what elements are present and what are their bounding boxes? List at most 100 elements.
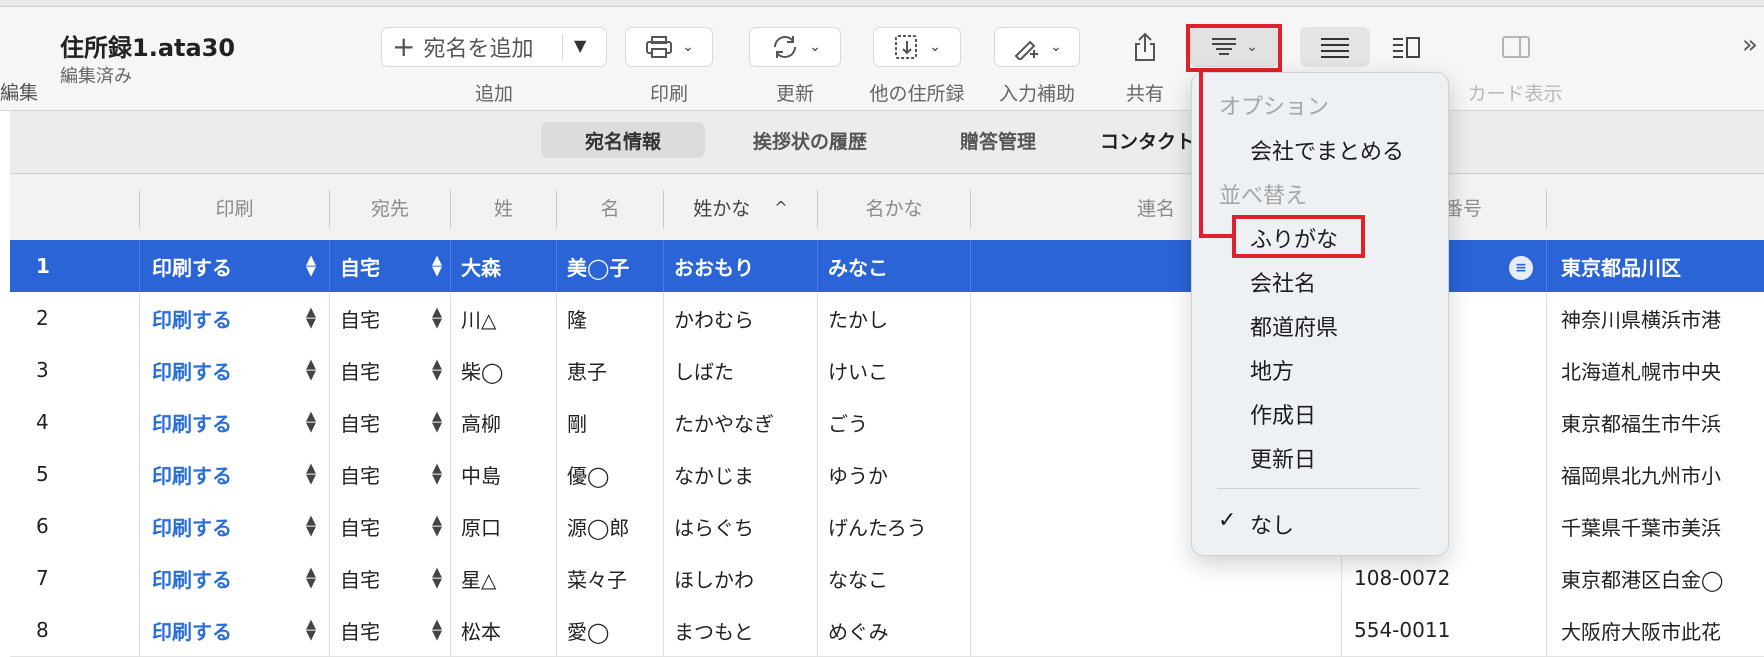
- column-divider: [329, 240, 330, 292]
- stepper-icon[interactable]: ▲ ▼: [432, 254, 442, 278]
- table-row[interactable]: 2印刷する自宅川△隆かわむらたかし33神奈川県横浜市港▲▼▲▼: [10, 292, 1764, 345]
- stepper-icon[interactable]: ▲ ▼: [432, 462, 442, 486]
- table-row[interactable]: 6印刷する自宅原口源◯郎はらぐちげんたろう1千葉県千葉市美浜▲▼▲▼: [10, 500, 1764, 553]
- table-row[interactable]: 8 印刷する 自宅 松本 愛◯ まつもと めぐみ 554-0011 大阪府大阪市此花 ▲ ▼ ▲ ▼: [10, 604, 1764, 657]
- stepper-icon[interactable]: ▲ ▼: [432, 306, 442, 330]
- surname-cell: 星△: [461, 567, 497, 592]
- tab-address-info[interactable]: 宛名情報: [541, 122, 705, 158]
- print-setting-cell[interactable]: 印刷する: [152, 552, 312, 604]
- stepper-icon[interactable]: ▲ ▼: [306, 410, 316, 434]
- menu-item-sort-region[interactable]: 地方: [1250, 354, 1294, 386]
- surname-kana-cell: ほしかわ: [674, 567, 754, 592]
- caret-down-icon[interactable]: ▼: [574, 36, 586, 55]
- plus-icon: +: [392, 30, 416, 63]
- address-cell: 東京都福生市牛浜: [1561, 411, 1721, 436]
- stepper-icon[interactable]: ▲ ▼: [306, 306, 316, 330]
- given-name-cell: 剛: [567, 411, 587, 436]
- table-row[interactable]: 4印刷する自宅高柳剛たかやなぎごう4東京都福生市牛浜▲▼▲▼: [10, 396, 1764, 449]
- given-name-cell: 優◯: [567, 463, 610, 488]
- print-caption: 印刷: [649, 83, 688, 105]
- split-view-button[interactable]: [1386, 27, 1426, 67]
- destination-cell[interactable]: 自宅: [340, 604, 430, 656]
- sort-ascending-icon: ^: [774, 197, 788, 217]
- stepper-icon[interactable]: ▲ ▼: [306, 254, 316, 278]
- column-divider: [817, 604, 818, 656]
- destination-cell[interactable]: 自宅: [340, 552, 430, 604]
- print-setting-cell[interactable]: 印刷する: [152, 344, 312, 396]
- destination-cell[interactable]: 自宅: [340, 396, 430, 448]
- column-divider: [970, 604, 971, 656]
- menu-item-sort-created-date[interactable]: 作成日: [1250, 398, 1316, 430]
- menu-item-group-by-company[interactable]: 会社でまとめる: [1250, 134, 1404, 166]
- column-given-name[interactable]: 名: [557, 174, 663, 240]
- stepper-icon[interactable]: ▲ ▼: [432, 358, 442, 382]
- stepper-icon[interactable]: ▲ ▼: [432, 618, 442, 642]
- table-row[interactable]: 3印刷する自宅柴◯恵子しばたけいこ52北海道札幌市中央▲▼▲▼: [10, 344, 1764, 397]
- update-button[interactable]: ⌄: [749, 27, 841, 67]
- stepper-icon[interactable]: ▲ ▼: [432, 566, 442, 590]
- print-button[interactable]: ⌄: [625, 27, 713, 67]
- surname-kana-cell: たかやなぎ: [674, 411, 774, 436]
- print-setting-cell[interactable]: 印刷する: [152, 292, 312, 344]
- chevron-down-icon: ⌄: [1050, 39, 1062, 55]
- column-divider: [329, 292, 330, 344]
- card-view-button[interactable]: [1496, 27, 1536, 67]
- column-given-name-kana[interactable]: 名かな: [818, 174, 970, 240]
- menu-item-none[interactable]: なし: [1250, 508, 1294, 540]
- column-divider: [970, 396, 971, 448]
- print-setting-cell[interactable]: 印刷する: [152, 604, 312, 656]
- stepper-icon[interactable]: ▲ ▼: [432, 514, 442, 538]
- print-setting-cell[interactable]: 印刷する: [152, 500, 312, 552]
- column-surname[interactable]: 姓: [451, 174, 556, 240]
- overflow-chevron-icon[interactable]: »: [1742, 30, 1758, 60]
- surname-kana-cell: はらぐち: [674, 515, 754, 540]
- add-address-label: 宛名を追加: [423, 37, 534, 62]
- menu-item-sort-updated-date[interactable]: 更新日: [1250, 442, 1316, 474]
- destination-cell[interactable]: 自宅: [340, 344, 430, 396]
- column-divider: [663, 604, 664, 656]
- surname-kana-cell: かわむら: [674, 307, 754, 332]
- given-name-cell: 菜々子: [567, 567, 627, 592]
- share-button[interactable]: [1124, 27, 1166, 67]
- column-divider: [817, 240, 818, 292]
- stepper-icon[interactable]: ▲ ▼: [306, 462, 316, 486]
- column-surname-kana[interactable]: 姓かな ^: [664, 174, 817, 240]
- print-setting-cell[interactable]: 印刷する: [152, 240, 312, 292]
- address-cell: 福岡県北九州市小: [1561, 463, 1721, 488]
- destination-cell[interactable]: 自宅: [340, 500, 430, 552]
- given-name-kana-cell: けいこ: [828, 359, 888, 384]
- destination-cell[interactable]: 自宅: [340, 448, 430, 500]
- column-print[interactable]: 印刷: [140, 174, 329, 240]
- input-assist-button[interactable]: ⌄: [994, 27, 1080, 67]
- other-addressbook-button[interactable]: ⌄: [873, 27, 961, 67]
- column-divider: [1341, 552, 1342, 604]
- stepper-icon[interactable]: ▲ ▼: [432, 410, 442, 434]
- tab-gift-management[interactable]: 贈答管理: [916, 122, 1080, 158]
- menu-item-sort-prefecture[interactable]: 都道府県: [1250, 310, 1338, 342]
- destination-cell[interactable]: 自宅: [340, 240, 430, 292]
- menu-header-options: オプション: [1219, 95, 1330, 120]
- print-setting-cell[interactable]: 印刷する: [152, 448, 312, 500]
- table-row[interactable]: 5印刷する自宅中島優◯なかじまゆうか42福岡県北九州市小▲▼▲▼: [10, 448, 1764, 501]
- filter-icon[interactable]: ≡: [1509, 256, 1533, 280]
- column-divider: [139, 448, 140, 500]
- given-name-kana-cell: めぐみ: [828, 619, 889, 644]
- column-divider: [970, 240, 971, 292]
- tab-greeting-history[interactable]: 挨拶状の履歴: [728, 122, 892, 158]
- add-address-button[interactable]: + 宛名を追加 ▼: [381, 27, 607, 67]
- table-row[interactable]: 1印刷する自宅大森美◯子おおもりみなこ2東京都品川区▲▼▲▼≡: [10, 240, 1764, 293]
- edit-label: 編集: [0, 82, 39, 104]
- stepper-icon[interactable]: ▲ ▼: [306, 566, 316, 590]
- surname-cell: 原口: [461, 515, 501, 540]
- stepper-icon[interactable]: ▲ ▼: [306, 358, 316, 382]
- stepper-icon[interactable]: ▲ ▼: [306, 514, 316, 538]
- column-divider: [329, 448, 330, 500]
- table-row[interactable]: 7 印刷する 自宅 星△ 菜々子 ほしかわ ななこ 108-0072 東京都港区白金◯ ▲ ▼ ▲ ▼: [10, 552, 1764, 605]
- address-cell: 大阪府大阪市此花: [1561, 619, 1721, 644]
- menu-item-sort-company-name[interactable]: 会社名: [1250, 266, 1316, 298]
- list-view-button[interactable]: [1300, 27, 1370, 67]
- column-destination[interactable]: 宛先: [330, 174, 450, 240]
- stepper-icon[interactable]: ▲ ▼: [306, 618, 316, 642]
- destination-cell[interactable]: 自宅: [340, 292, 430, 344]
- print-setting-cell[interactable]: 印刷する: [152, 396, 312, 448]
